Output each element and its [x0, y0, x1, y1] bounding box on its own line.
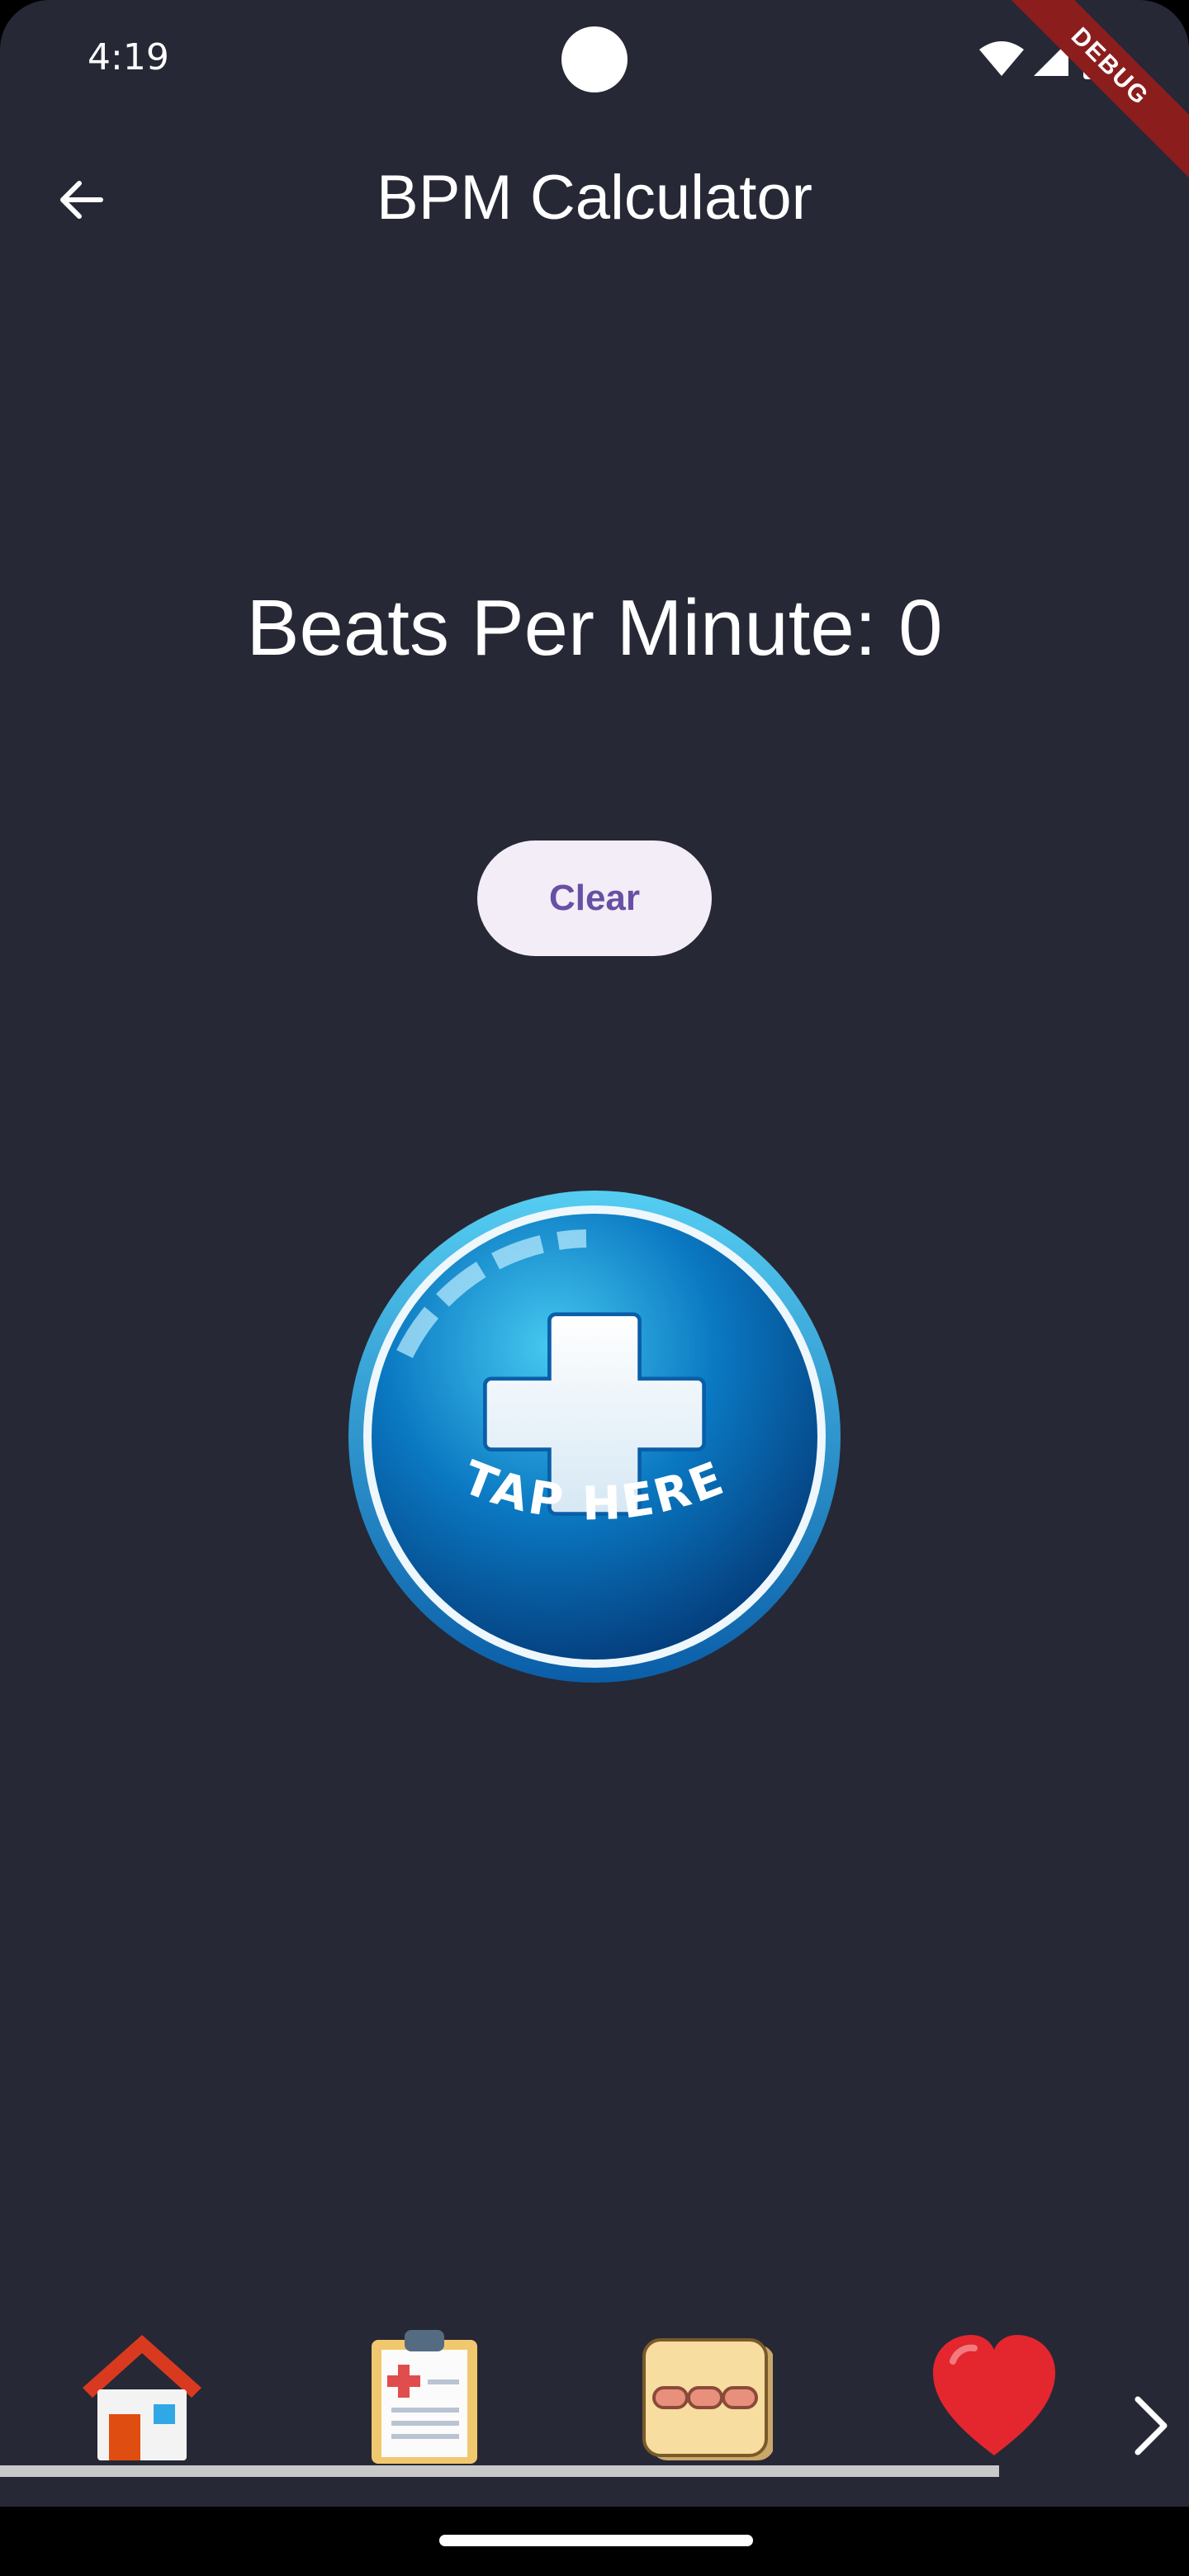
nav-scrollbar[interactable]: [0, 2465, 999, 2477]
wifi-icon: [979, 41, 1024, 76]
home-icon[interactable]: [76, 2328, 208, 2469]
bpm-readout: Beats Per Minute: 0: [246, 584, 943, 672]
clipboard-medical-icon[interactable]: [358, 2328, 490, 2469]
app-screen: 4:19 DEBUG BPM Calculator Beats Per Minu…: [0, 0, 1189, 2576]
chevron-right-icon[interactable]: [1131, 2394, 1171, 2457]
page-title: BPM Calculator: [377, 163, 812, 233]
home-indicator[interactable]: [439, 2535, 753, 2546]
tap-here-button[interactable]: TAP HERE: [347, 1189, 842, 1684]
bottom-nav: [0, 2328, 1189, 2507]
debug-banner: DEBUG: [988, 0, 1189, 188]
status-time: 4:19: [88, 36, 169, 78]
capsules-icon[interactable]: [641, 2328, 773, 2469]
camera-cutout: [561, 26, 628, 92]
clear-button[interactable]: Clear: [477, 841, 712, 956]
heart-icon[interactable]: [928, 2328, 1060, 2469]
